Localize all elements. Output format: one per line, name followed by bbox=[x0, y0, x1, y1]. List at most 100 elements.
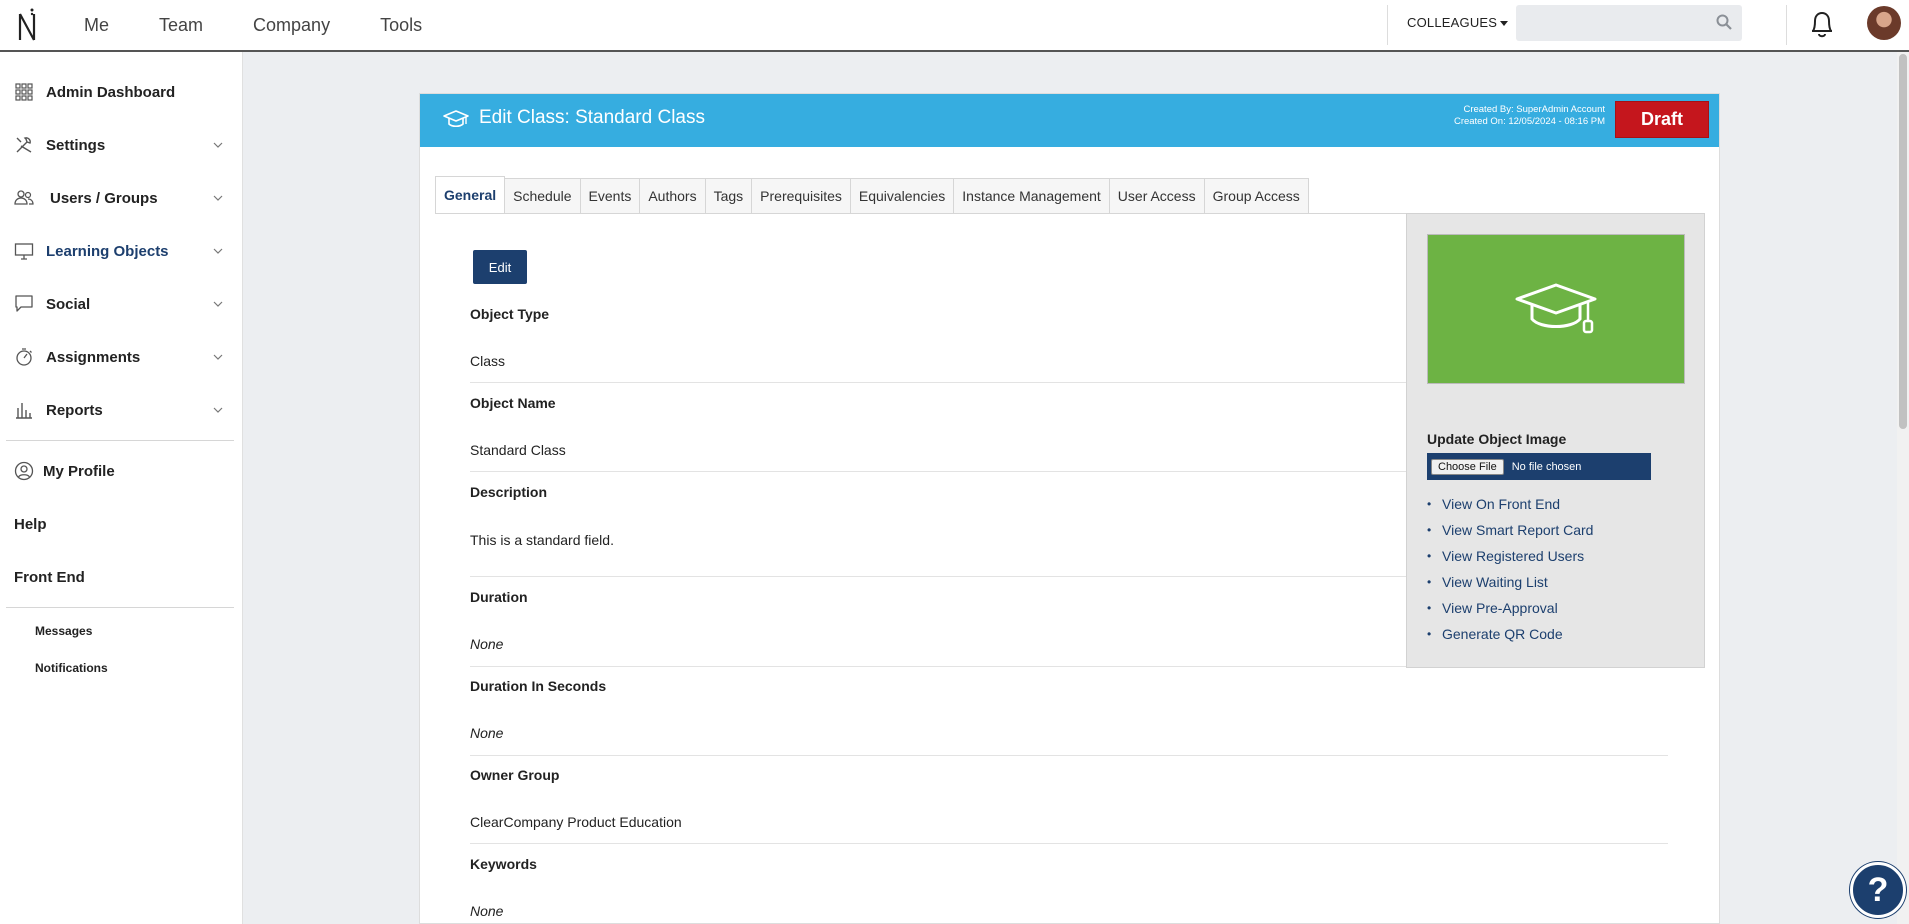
topnav-team[interactable]: Team bbox=[159, 15, 203, 36]
chevron-down-icon bbox=[213, 301, 223, 307]
edit-button[interactable]: Edit bbox=[473, 250, 527, 284]
stopwatch-icon bbox=[16, 348, 32, 366]
tab-user-access[interactable]: User Access bbox=[1109, 178, 1205, 214]
help-button[interactable]: ? bbox=[1850, 862, 1906, 918]
user-circle-icon bbox=[14, 461, 34, 481]
sidebar-link-messages[interactable]: Messages bbox=[35, 624, 92, 638]
chevron-down-icon bbox=[213, 354, 223, 360]
page-scrollbar[interactable] bbox=[1897, 52, 1909, 924]
sidebar-item-assignments[interactable]: Assignments bbox=[0, 337, 243, 377]
link-generate-qr-code[interactable]: Generate QR Code bbox=[1442, 626, 1563, 642]
sidebar-item-label: Assignments bbox=[46, 348, 141, 366]
bullet-icon: • bbox=[1427, 627, 1432, 641]
sidebar-item-label: Help bbox=[14, 515, 47, 533]
created-by: Created By: SuperAdmin Account bbox=[1463, 104, 1605, 115]
sidebar-item-label: Learning Objects bbox=[46, 242, 169, 260]
sidebar-item-label: Front End bbox=[14, 568, 85, 586]
sidebar-item-admin-dashboard[interactable]: Admin Dashboard bbox=[0, 72, 243, 112]
app-logo[interactable] bbox=[14, 6, 42, 44]
draft-status-button[interactable]: Draft bbox=[1615, 101, 1709, 138]
sidebar-item-help[interactable]: Help bbox=[0, 504, 243, 544]
sidebar-item-label: Social bbox=[46, 295, 91, 313]
tab-tags[interactable]: Tags bbox=[705, 178, 753, 214]
sidebar-item-learning-objects[interactable]: Learning Objects bbox=[0, 231, 243, 271]
colleagues-label: COLLEAGUES bbox=[1407, 15, 1498, 30]
divider bbox=[470, 755, 1668, 756]
divider bbox=[1387, 5, 1388, 45]
link-view-waiting-list[interactable]: View Waiting List bbox=[1442, 574, 1548, 590]
sidebar: Admin Dashboard Settings Users / Groups … bbox=[0, 52, 243, 924]
chevron-down-icon bbox=[213, 248, 223, 254]
sidebar-item-users-groups[interactable]: Users / Groups bbox=[0, 178, 243, 218]
topnav-me[interactable]: Me bbox=[84, 15, 109, 36]
no-file-text: No file chosen bbox=[1511, 460, 1582, 473]
grid-icon bbox=[15, 83, 33, 101]
tab-schedule[interactable]: Schedule bbox=[505, 178, 581, 214]
tab-prerequisites[interactable]: Prerequisites bbox=[752, 178, 851, 214]
chevron-down-icon bbox=[213, 142, 223, 148]
field-value-description: This is a standard field. bbox=[470, 532, 614, 548]
list-item: • View Smart Report Card bbox=[1427, 517, 1593, 543]
bullet-icon: • bbox=[1427, 523, 1432, 537]
list-item: • View Registered Users bbox=[1427, 543, 1593, 569]
bullet-icon: • bbox=[1427, 497, 1432, 511]
divider bbox=[6, 440, 234, 441]
chevron-down-icon bbox=[213, 407, 223, 413]
sidebar-item-label: Admin Dashboard bbox=[46, 83, 176, 101]
list-item: • View Pre-Approval bbox=[1427, 595, 1593, 621]
tools-icon bbox=[16, 137, 32, 153]
field-value-duration: None bbox=[470, 636, 504, 652]
tab-events[interactable]: Events bbox=[580, 178, 641, 214]
list-item: • Generate QR Code bbox=[1427, 621, 1593, 647]
chevron-down-icon bbox=[213, 195, 223, 201]
bell-icon[interactable] bbox=[1809, 9, 1835, 39]
chat-icon bbox=[15, 295, 33, 312]
field-label-description: Description bbox=[470, 484, 548, 500]
scrollbar-thumb[interactable] bbox=[1899, 54, 1907, 429]
divider bbox=[1786, 5, 1787, 45]
tab-group-access[interactable]: Group Access bbox=[1204, 178, 1309, 214]
field-value-owner-group: ClearCompany Product Education bbox=[470, 814, 682, 830]
page-title: Edit Class: Standard Class bbox=[479, 107, 705, 128]
field-label-duration-in-seconds: Duration In Seconds bbox=[470, 678, 607, 694]
bullet-icon: • bbox=[1427, 575, 1432, 589]
bullet-icon: • bbox=[1427, 549, 1432, 563]
sidebar-item-my-profile[interactable]: My Profile bbox=[0, 451, 243, 491]
object-image bbox=[1427, 234, 1685, 384]
field-label-duration: Duration bbox=[470, 589, 528, 605]
tab-instance-management[interactable]: Instance Management bbox=[954, 178, 1110, 214]
field-label-object-name: Object Name bbox=[470, 395, 556, 411]
field-label-owner-group: Owner Group bbox=[470, 767, 560, 783]
tab-authors[interactable]: Authors bbox=[640, 178, 706, 214]
link-view-smart-report-card[interactable]: View Smart Report Card bbox=[1442, 522, 1593, 538]
sidebar-item-front-end[interactable]: Front End bbox=[0, 557, 243, 597]
tab-equivalencies[interactable]: Equivalencies bbox=[850, 178, 955, 214]
search-input[interactable] bbox=[1516, 5, 1706, 41]
caret-down-icon bbox=[1500, 21, 1509, 27]
colleagues-dropdown[interactable]: COLLEAGUES bbox=[1407, 15, 1509, 30]
choose-file-button[interactable]: Choose File bbox=[1431, 458, 1504, 475]
divider bbox=[6, 607, 234, 608]
graduation-cap-icon bbox=[1515, 283, 1597, 334]
field-label-keywords: Keywords bbox=[470, 856, 537, 872]
sidebar-item-settings[interactable]: Settings bbox=[0, 125, 243, 165]
topnav-company[interactable]: Company bbox=[253, 15, 330, 36]
sidebar-item-reports[interactable]: Reports bbox=[0, 390, 243, 430]
divider bbox=[470, 843, 1668, 844]
created-on: Created On: 12/05/2024 - 08:16 PM bbox=[1453, 116, 1605, 127]
avatar[interactable] bbox=[1867, 6, 1901, 40]
sidebar-link-notifications[interactable]: Notifications bbox=[35, 661, 108, 675]
search-icon[interactable] bbox=[1716, 14, 1732, 30]
top-nav: Me Team Company Tools bbox=[84, 0, 472, 50]
link-view-on-front-end[interactable]: View On Front End bbox=[1442, 496, 1560, 512]
image-file-input[interactable]: Choose File No file chosen bbox=[1427, 453, 1651, 480]
link-view-pre-approval[interactable]: View Pre-Approval bbox=[1442, 600, 1558, 616]
link-view-registered-users[interactable]: View Registered Users bbox=[1442, 548, 1584, 564]
field-label-object-type: Object Type bbox=[470, 306, 550, 322]
sidebar-item-social[interactable]: Social bbox=[0, 284, 243, 324]
card-header: Edit Class: Standard Class Created By: S… bbox=[420, 94, 1719, 147]
topnav-tools[interactable]: Tools bbox=[380, 15, 422, 36]
tab-general[interactable]: General bbox=[435, 176, 506, 214]
search-box bbox=[1516, 5, 1742, 41]
sidebar-item-label: Settings bbox=[46, 136, 106, 154]
